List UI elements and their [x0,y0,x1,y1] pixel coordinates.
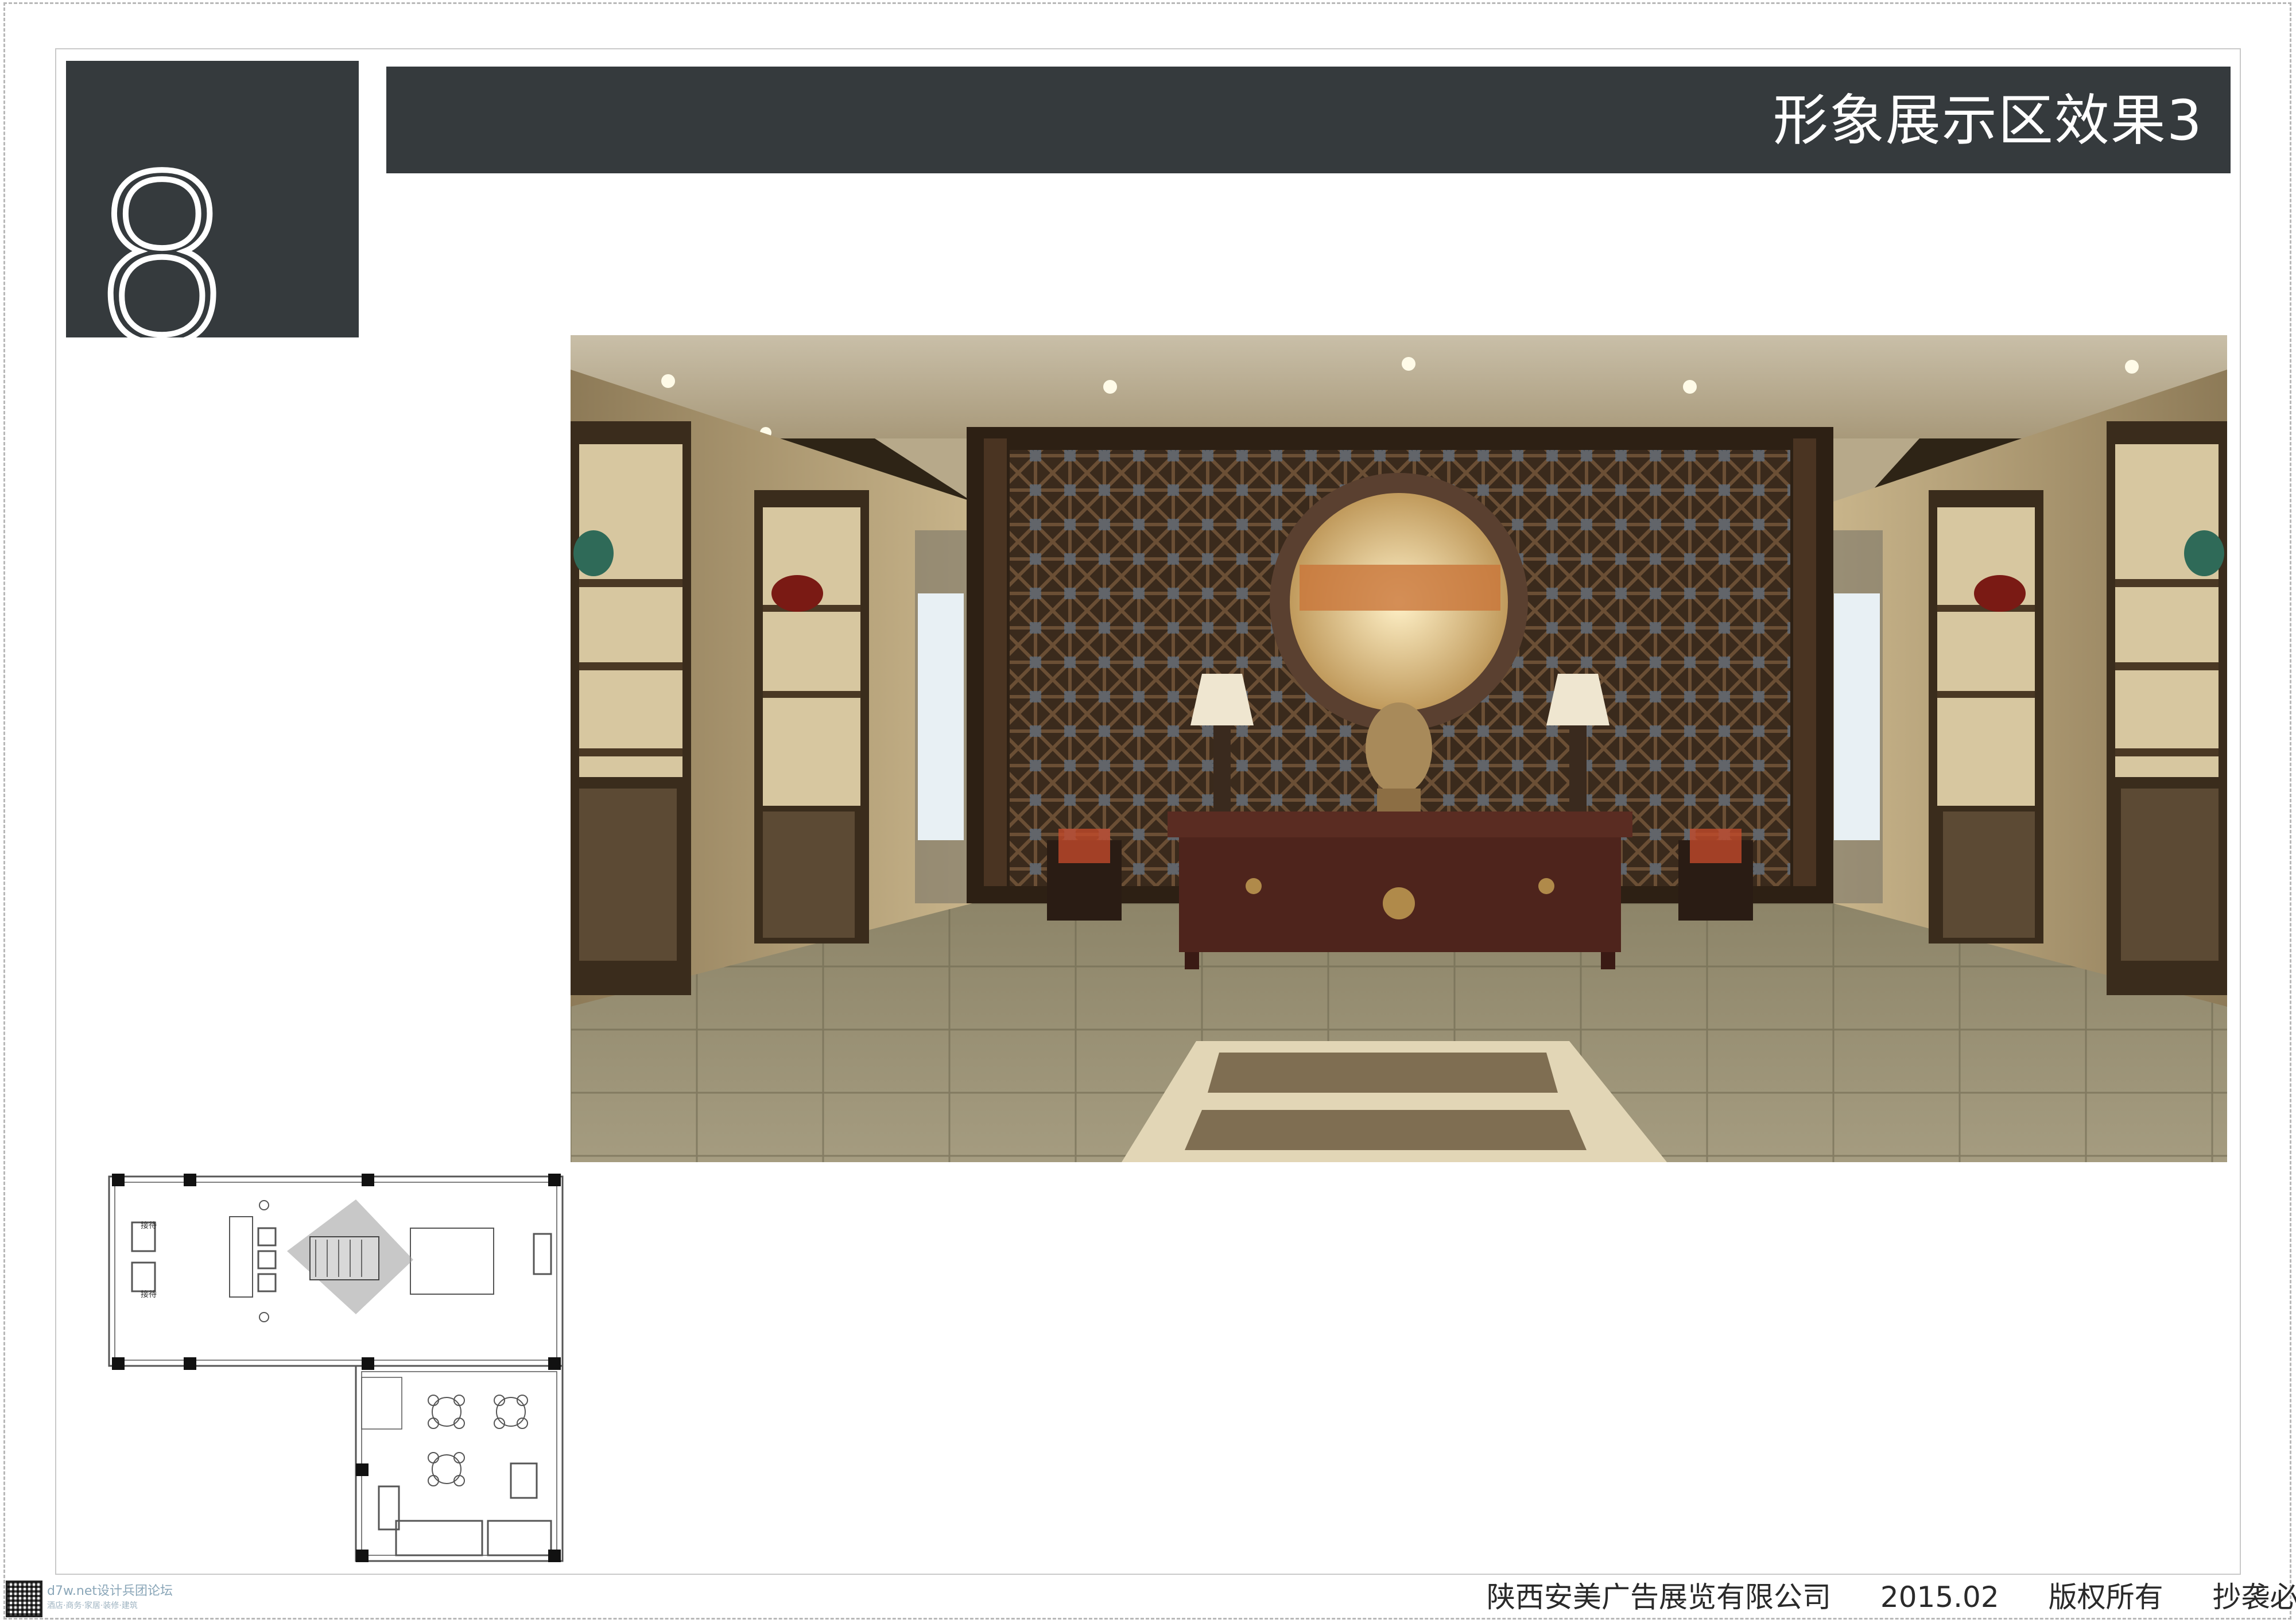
interior-rendering [571,335,2227,1162]
section-number-block: 8 [66,61,359,337]
footer-company: 陕西安美广告展览有限公司 [1487,1581,1831,1614]
footer-date: 2015.02 [1880,1581,1999,1614]
floor-plan-drawing: 接待 接待 [108,1174,564,1562]
footer-warning: 抄袭必究 [2212,1581,2296,1614]
title-banner: 形象展示区效果3 [386,67,2231,173]
plan-label-reception-1: 接待 [141,1221,157,1230]
qr-code-icon [6,1581,42,1617]
watermark-site: d7w.net设计兵团论坛 [47,1584,173,1598]
floor-plan: 接待 接待 [86,1165,574,1567]
plan-label-reception-2: 接待 [141,1290,157,1299]
footer-copyright: 版权所有 [2048,1581,2163,1614]
watermark-tagline: 酒店·商务·家居·装修·建筑 [47,1601,138,1610]
footer: 陕西安美广告展览有限公司 2015.02 版权所有 抄袭必究 [1487,1577,2296,1617]
page-title: 形象展示区效果3 [1773,88,2203,153]
section-number: 8 [86,128,238,338]
rendering-image [571,335,2227,1162]
watermark: d7w.net设计兵团论坛 酒店·商务·家居·装修·建筑 [47,1583,173,1612]
